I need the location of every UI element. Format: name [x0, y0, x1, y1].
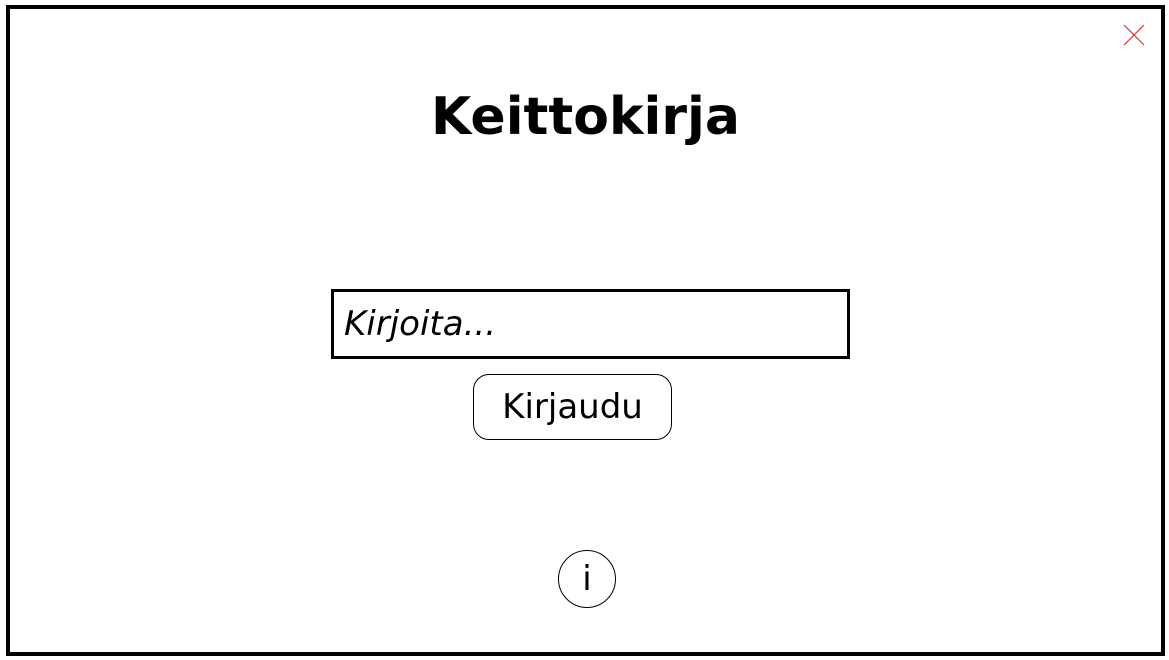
- page-title: Keittokirja: [431, 87, 740, 147]
- login-input-container: [331, 289, 850, 359]
- info-button[interactable]: i: [558, 550, 616, 608]
- app-window: Keittokirja Kirjaudu i: [6, 5, 1165, 656]
- close-button[interactable]: [1122, 23, 1146, 47]
- login-button[interactable]: Kirjaudu: [473, 374, 672, 440]
- close-icon: [1123, 24, 1145, 46]
- login-input[interactable]: [334, 292, 847, 356]
